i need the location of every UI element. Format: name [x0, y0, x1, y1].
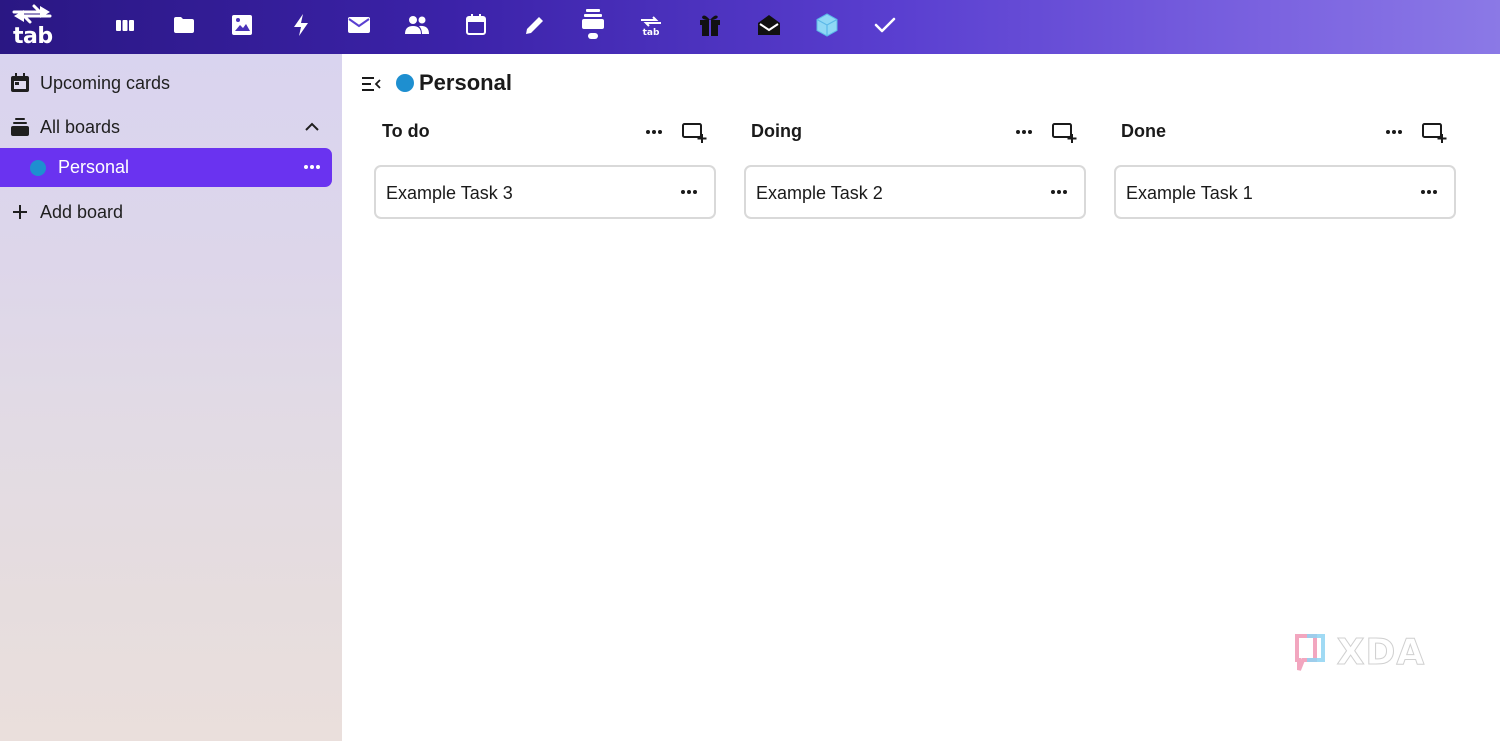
column-title-to-do[interactable]: To do — [382, 121, 430, 142]
collapse-sidebar-icon[interactable] — [360, 74, 382, 94]
check-icon[interactable] — [872, 12, 898, 38]
more-options-icon[interactable] — [1048, 183, 1070, 201]
sidebar-item-label: Add board — [40, 201, 124, 222]
bolt-icon[interactable] — [288, 12, 314, 38]
tab-swap-icon[interactable]: tab — [638, 12, 664, 38]
column-title-doing[interactable]: Doing — [751, 121, 802, 142]
folder-icon[interactable] — [171, 12, 197, 38]
card-title: Example Task 2 — [756, 183, 883, 203]
sidebar-item-personal[interactable]: Personal — [0, 148, 332, 187]
stack-icon — [10, 117, 30, 137]
card-item[interactable]: Example Task 2 — [744, 165, 1086, 219]
card-title: Example Task 1 — [1126, 183, 1253, 203]
add-card-icon[interactable] — [681, 121, 707, 145]
sidebar-item-add-board[interactable]: Add board — [0, 192, 342, 232]
mail-open-icon[interactable] — [756, 12, 782, 38]
board-color-dot — [30, 160, 46, 176]
swap-arrows-icon — [12, 4, 52, 24]
mail-icon[interactable] — [346, 12, 372, 38]
gift-icon[interactable] — [697, 12, 723, 38]
people-icon[interactable] — [404, 12, 430, 38]
sidebar-item-upcoming-cards[interactable]: Upcoming cards — [0, 63, 342, 103]
xda-watermark-logo: XDA — [1293, 630, 1439, 678]
page-title: Personal — [419, 70, 512, 95]
add-card-icon[interactable] — [1051, 121, 1077, 145]
more-options-icon[interactable] — [678, 183, 700, 201]
pencil-icon[interactable] — [522, 12, 548, 38]
card-title: Example Task 3 — [386, 183, 513, 203]
plus-icon — [10, 202, 30, 222]
more-options-icon[interactable] — [643, 122, 665, 142]
card-item[interactable]: Example Task 1 — [1114, 165, 1456, 219]
cube-icon[interactable] — [814, 12, 840, 38]
sidebar-item-label: Upcoming cards — [40, 72, 171, 93]
tab-logo[interactable]: tab — [10, 2, 58, 50]
image-icon[interactable] — [229, 12, 255, 38]
boards-icon[interactable] — [112, 12, 138, 38]
logo-text: tab — [13, 24, 53, 49]
more-options-icon[interactable] — [1013, 122, 1035, 142]
more-options-icon[interactable] — [302, 157, 322, 177]
svg-text:tab: tab — [643, 28, 660, 37]
top-app-bar: tab tab — [0, 0, 1500, 54]
add-card-icon[interactable] — [1421, 121, 1447, 145]
column-title-done[interactable]: Done — [1121, 121, 1166, 142]
more-options-icon[interactable] — [1383, 122, 1405, 142]
more-options-icon[interactable] — [1418, 183, 1440, 201]
calendar-icon[interactable] — [463, 12, 489, 38]
card-item[interactable]: Example Task 3 — [374, 165, 716, 219]
chevron-up-icon[interactable] — [302, 117, 322, 137]
board-color-dot — [396, 74, 414, 92]
stack-icon[interactable] — [580, 9, 606, 39]
calendar-icon — [10, 73, 30, 93]
watermark-text: XDA — [1337, 632, 1426, 673]
sidebar-item-all-boards[interactable]: All boards — [0, 107, 342, 147]
sidebar-item-label: All boards — [40, 116, 121, 137]
sidebar-item-label: Personal — [58, 157, 130, 177]
